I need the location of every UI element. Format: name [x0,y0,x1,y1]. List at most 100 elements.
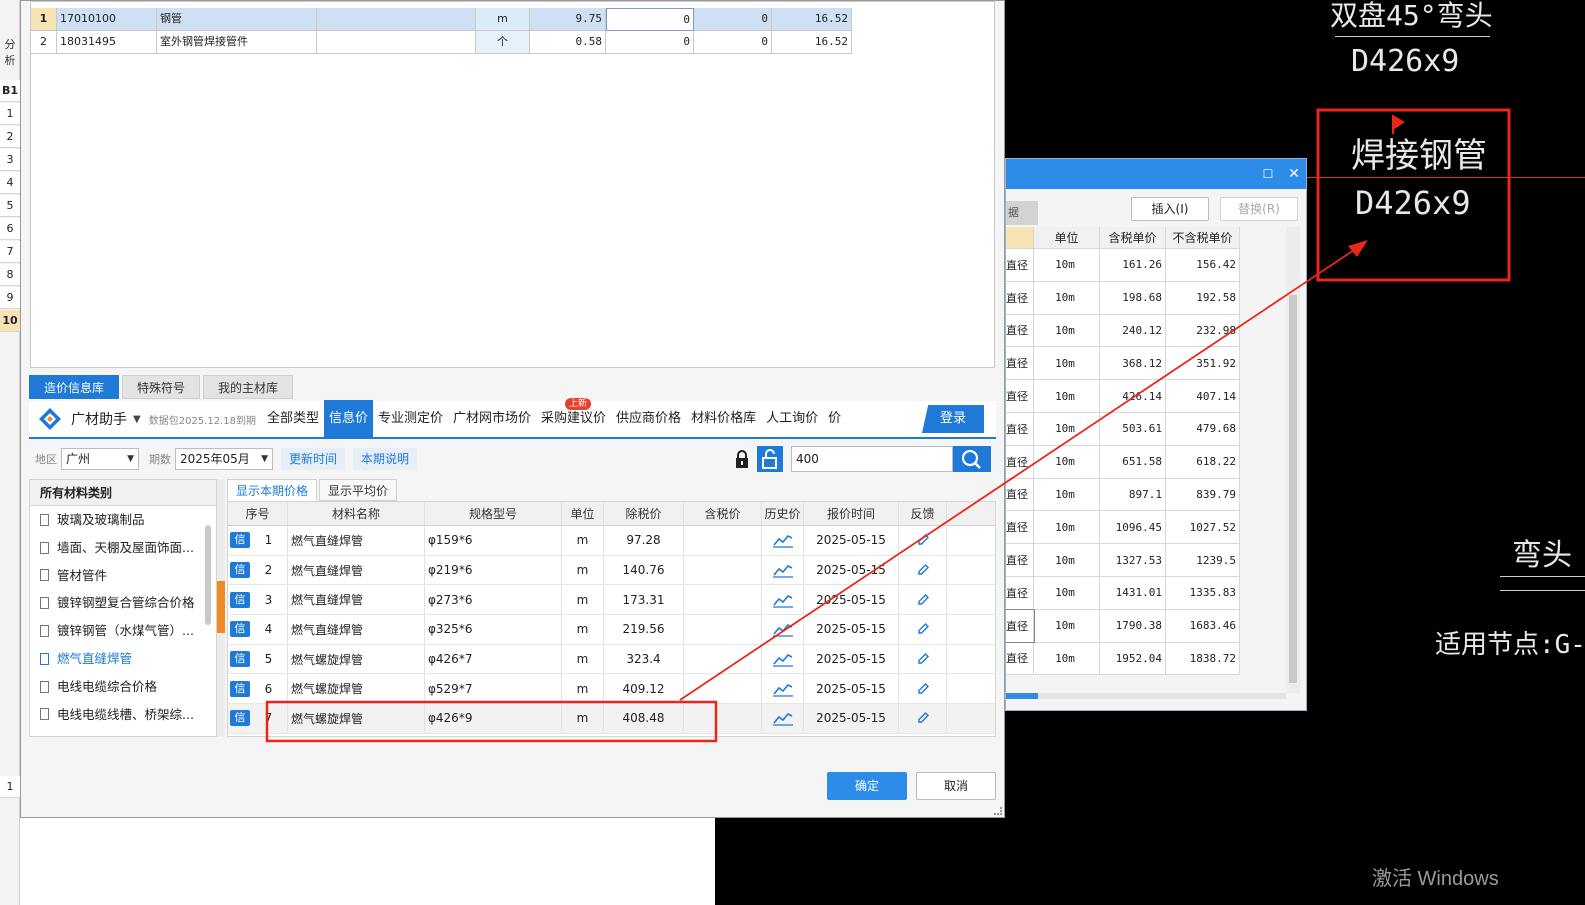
history-chart-icon[interactable] [762,526,804,555]
table-row[interactable]: 信 5 燃气螺旋焊管 φ426*7 m 323.4 2025-05-15 [228,644,995,675]
cell-tax-price[interactable]: 1952.04 [1100,642,1166,675]
cell-notax-price[interactable]: 407.14 [1166,380,1240,412]
table-row[interactable]: 信 7 燃气螺旋焊管 φ426*9 m 408.48 2025-05-15 [228,704,995,734]
cell-notax-price[interactable]: 618.22 [1166,445,1240,478]
cell-notax-price[interactable]: 479.68 [1166,412,1240,445]
cell-notax-price[interactable]: 1027.52 [1166,511,1240,544]
window-titlebar[interactable]: ☐ ✕ [1006,159,1306,189]
table-row[interactable]: 直径 10m 1431.01 1335.83 [1006,576,1240,610]
nav-info-price[interactable]: 信息价 [323,400,373,438]
replace-button[interactable]: 替换(R) [1220,197,1298,221]
region-select[interactable]: 广州 ▼ [61,448,139,470]
history-chart-icon[interactable] [762,644,804,674]
panel-splitter[interactable] [217,479,225,737]
nav-procurement-price[interactable]: 采购建议价 上新 [536,398,611,438]
period-select[interactable]: 2025年05月 ▼ [175,448,273,470]
unlock-icon[interactable] [757,446,783,472]
table-row[interactable]: 直径 10m 1327.53 1239.5 [1006,544,1240,577]
table-row[interactable]: 信 3 燃气直缝焊管 φ273*6 m 173.31 2025-05-15 [228,585,995,616]
history-chart-icon[interactable] [762,704,804,733]
material-value-editing[interactable]: 0 [606,8,694,31]
nav-measured-price[interactable]: 专业测定价 [373,400,448,438]
cell-tax-price[interactable]: 651.58 [1100,445,1166,478]
category-item[interactable]: 电线电缆综合价格 [30,673,216,701]
material-value[interactable]: 16.52 [772,8,852,31]
edit-feedback-icon[interactable] [899,555,947,585]
category-item[interactable]: 电线电缆线槽、桥架综... [30,701,216,729]
table-row[interactable]: 信 1 燃气直缝焊管 φ159*6 m 97.28 2025-05-15 [228,526,995,556]
nav-supplier-price[interactable]: 供应商价格 [611,400,686,438]
material-unit[interactable]: 个 [476,31,530,54]
tab-average-price[interactable]: 显示平均价 [319,479,398,501]
table-row[interactable]: 直径 10m 503.61 479.68 [1006,412,1240,446]
material-unit[interactable]: m [476,8,530,31]
cell-tax-price[interactable]: 368.12 [1100,347,1166,380]
brand-name[interactable]: 广材助手 [71,409,127,429]
category-item-selected[interactable]: 燃气直缝焊管 [30,645,216,673]
vertical-scrollbar[interactable] [1286,227,1300,693]
cell-unit[interactable]: 10m [1034,576,1100,609]
cell-unit[interactable]: 10m [1034,281,1100,314]
nav-all-types[interactable]: 全部类型 [262,400,324,438]
table-row[interactable]: 直径 10m 426.14 407.14 [1006,380,1240,413]
cell-tax-price[interactable]: 161.26 [1100,249,1166,281]
cell-unit[interactable]: 10m [1034,511,1100,544]
tab-price-info-library[interactable]: 造价信息库 [29,375,120,399]
edit-feedback-icon[interactable] [899,704,947,733]
row-number[interactable]: 1 [0,776,20,798]
cell-notax-price[interactable]: 156.42 [1166,249,1240,281]
row-number-selected[interactable]: 10 [0,310,20,332]
tab-my-material-library[interactable]: 我的主材库 [203,375,294,399]
cell-unit[interactable]: 10m [1034,445,1100,478]
cell-unit[interactable]: 10m [1034,314,1100,347]
material-name[interactable]: 室外钢管焊接管件 [157,31,317,54]
table-row[interactable]: 信 4 燃气直缝焊管 φ325*6 m 219.56 2025-05-15 [228,615,995,645]
table-row[interactable]: 信 2 燃气直缝焊管 φ219*6 m 140.76 2025-05-15 [228,555,995,586]
table-row[interactable]: 直径 10m 1952.04 1838.72 [1006,642,1240,676]
cell-unit[interactable]: 10m [1034,642,1100,675]
row-number[interactable]: 9 [0,287,20,309]
row-number[interactable]: 7 [0,241,20,263]
cell-tax-price[interactable]: 1327.53 [1100,544,1166,576]
history-chart-icon[interactable] [762,674,804,704]
ok-button[interactable]: 确定 [827,772,907,800]
search-button[interactable] [953,446,991,472]
cell-notax-price[interactable]: 1335.83 [1166,576,1240,609]
table-row[interactable]: 直径 10m 240.12 232.98 [1006,314,1240,348]
cell-tax-price[interactable]: 1096.45 [1100,511,1166,544]
cell-notax-price[interactable]: 1683.46 [1166,609,1240,642]
close-icon[interactable]: ✕ [1286,166,1302,182]
history-chart-icon[interactable] [762,615,804,644]
cell-unit[interactable]: 10m [1034,380,1100,412]
cell-tax-price[interactable]: 1431.01 [1100,576,1166,609]
row-number[interactable]: 2 [0,126,20,148]
table-row[interactable]: 直径 10m 161.26 156.42 [1006,249,1240,282]
table-row[interactable]: 直径 10m 198.68 192.58 [1006,281,1240,315]
category-item[interactable]: 管材管件 [30,562,216,590]
material-value[interactable]: 16.52 [772,31,852,54]
material-value[interactable]: 0 [694,8,772,31]
table-row[interactable]: 直径 10m 897.1 839.79 [1006,478,1240,512]
lock-icon[interactable] [731,448,753,470]
search-input[interactable]: 400 [791,446,953,472]
category-item[interactable]: 镀锌钢塑复合管综合价格 [30,589,216,617]
cell-unit[interactable]: 10m [1034,478,1100,511]
material-value[interactable]: 0 [694,31,772,54]
history-chart-icon[interactable] [762,585,804,615]
period-note-button[interactable]: 本期说明 [353,448,418,470]
cell-notax-price[interactable]: 839.79 [1166,478,1240,511]
material-spec[interactable] [317,8,476,31]
table-row[interactable]: 2 18031495 室外钢管焊接管件 个 0.58 0 0 16.52 [31,31,852,54]
login-button[interactable]: 登录 [922,405,984,433]
row-number[interactable]: 3 [0,149,20,171]
table-row[interactable]: 直径 10m 368.12 351.92 [1006,347,1240,381]
edit-feedback-icon[interactable] [899,526,947,555]
category-scrollbar[interactable] [205,505,213,735]
table-row[interactable]: 信 6 燃气螺旋焊管 φ529*7 m 409.12 2025-05-15 [228,674,995,705]
row-number[interactable]: 1 [0,103,20,125]
cell-notax-price[interactable]: 232.98 [1166,314,1240,347]
cell-tax-price[interactable]: 503.61 [1100,412,1166,445]
cell-notax-price[interactable]: 351.92 [1166,347,1240,380]
update-time-button[interactable]: 更新时间 [281,448,346,470]
nav-market-price[interactable]: 广材网市场价 [448,400,536,438]
